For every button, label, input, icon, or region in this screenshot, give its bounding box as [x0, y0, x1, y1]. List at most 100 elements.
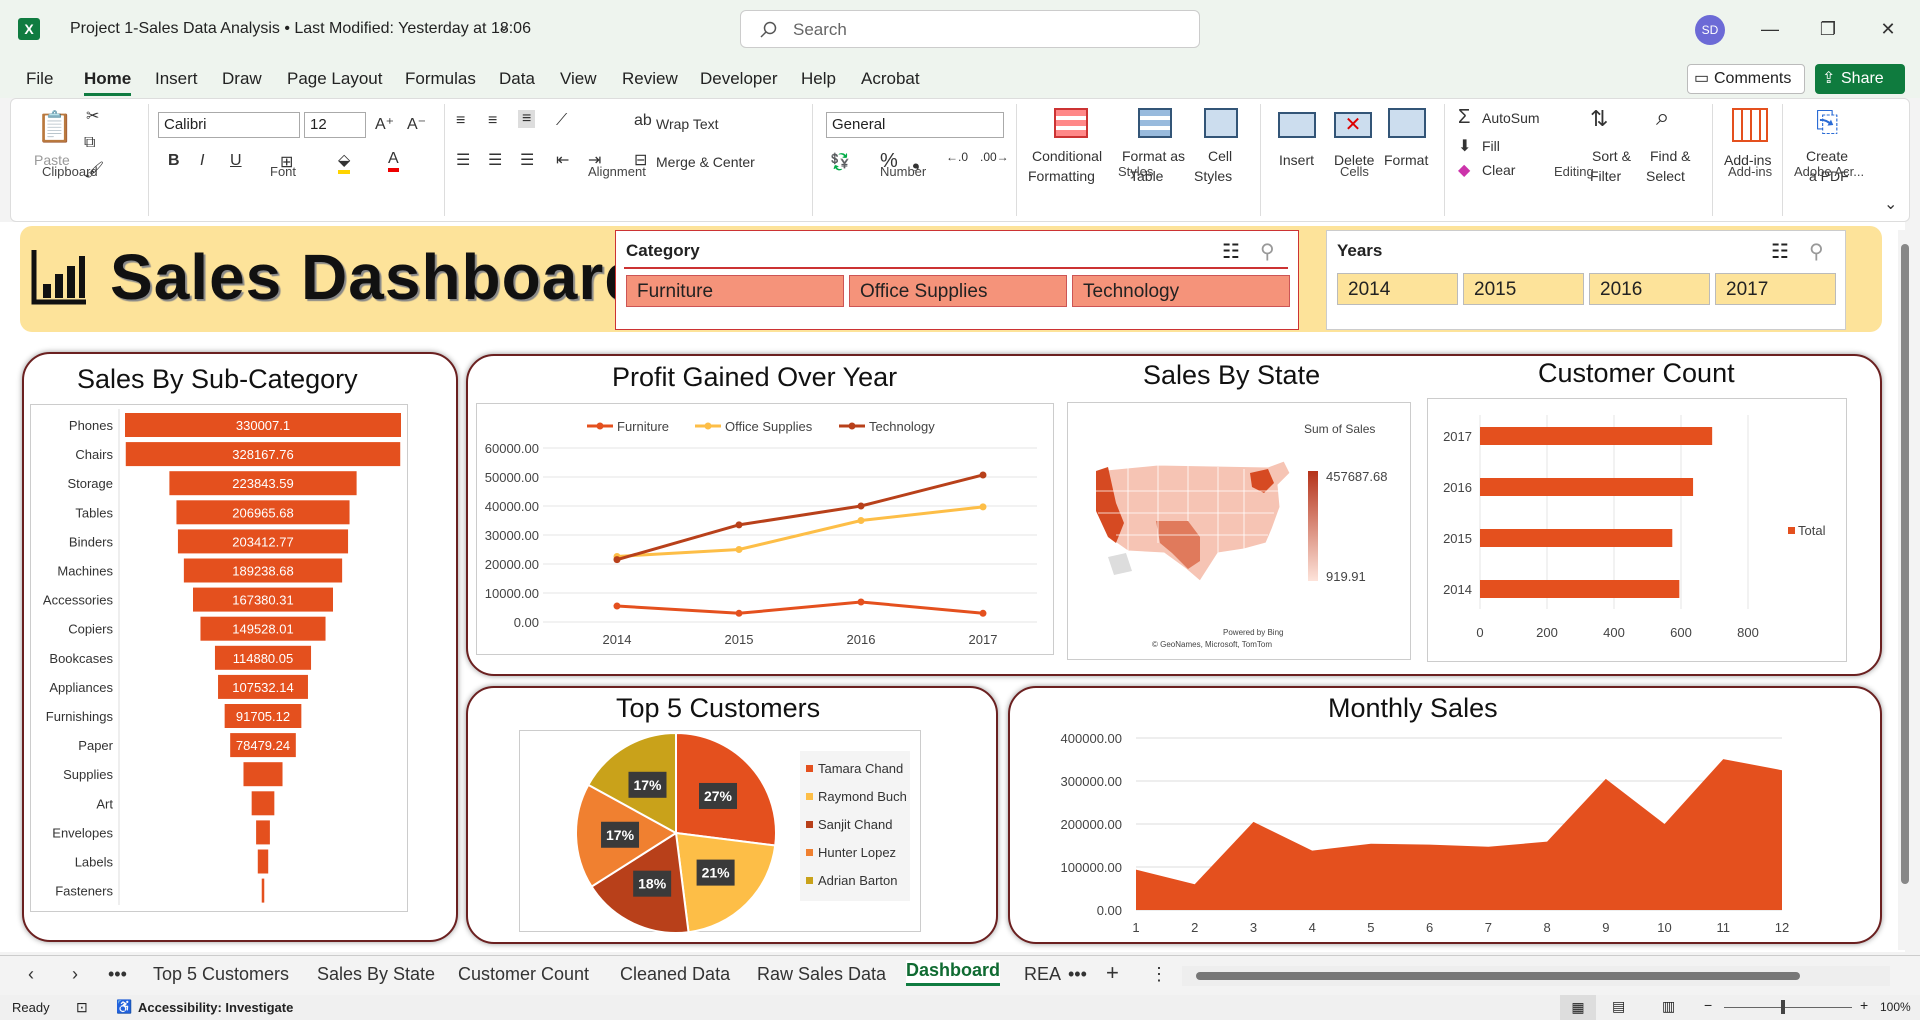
increase-font-icon[interactable]: A⁺	[375, 114, 394, 134]
search-input[interactable]: Search	[740, 10, 1200, 48]
normal-view-icon[interactable]: ▦	[1560, 995, 1596, 1020]
find-select-icon[interactable]: ⌕	[1656, 104, 1669, 132]
category-chip-office-supplies[interactable]: Office Supplies	[849, 275, 1067, 307]
conditional-formatting-label-1[interactable]: Conditional	[1032, 148, 1102, 164]
cell-styles-icon[interactable]	[1204, 108, 1238, 138]
font-size-select[interactable]: 12	[304, 112, 366, 138]
close-button[interactable]: ✕	[1868, 12, 1908, 46]
add-ins-icon[interactable]	[1732, 108, 1768, 142]
category-chip-furniture[interactable]: Furniture	[626, 275, 844, 307]
page-layout-view-icon[interactable]: ▤	[1612, 998, 1625, 1015]
clear-filter-icon[interactable]: ⚲	[1809, 239, 1824, 264]
vertical-scrollbar[interactable]	[1898, 230, 1912, 950]
wrap-text-button[interactable]: Wrap Text	[656, 116, 719, 132]
clear-button[interactable]: Clear	[1482, 162, 1515, 178]
tab-customer-count[interactable]: Customer Count	[458, 964, 589, 985]
restore-button[interactable]: ❐	[1808, 12, 1848, 46]
align-left-icon[interactable]: ☰	[456, 150, 470, 170]
avatar[interactable]: SD	[1695, 15, 1725, 45]
scroll-thumb[interactable]	[1196, 972, 1800, 980]
format-as-table-icon[interactable]	[1138, 108, 1172, 138]
merge-center-button[interactable]: Merge & Center	[656, 154, 755, 170]
zoom-slider[interactable]	[1724, 1007, 1852, 1008]
comments-button[interactable]: ▭ Comments	[1687, 64, 1805, 94]
page-break-view-icon[interactable]: ▥	[1662, 998, 1675, 1015]
paste-icon[interactable]: 📋	[36, 110, 73, 145]
sort-filter-label-1[interactable]: Sort &	[1592, 148, 1631, 164]
align-bottom-icon[interactable]: ≡	[518, 110, 536, 128]
menu-page-layout[interactable]: Page Layout	[287, 69, 382, 89]
menu-review[interactable]: Review	[622, 69, 678, 89]
more-tabs-icon[interactable]: •••	[108, 964, 127, 985]
zoom-slider-thumb[interactable]	[1781, 1000, 1785, 1014]
delete-cells-icon[interactable]: ✕	[1334, 112, 1372, 138]
fill-color-icon[interactable]: ⬙	[338, 150, 351, 174]
autosum-button[interactable]: AutoSum	[1482, 110, 1540, 126]
cut-icon[interactable]: ✂	[86, 106, 99, 126]
increase-decimal-icon[interactable]: ←.0	[946, 150, 968, 164]
menu-acrobat[interactable]: Acrobat	[861, 69, 920, 89]
decrease-font-icon[interactable]: A⁻	[407, 114, 426, 134]
accessibility-status[interactable]: Accessibility: Investigate	[138, 1000, 293, 1015]
category-chip-technology[interactable]: Technology	[1072, 275, 1290, 307]
menu-view[interactable]: View	[560, 69, 597, 89]
menu-draw[interactable]: Draw	[222, 69, 262, 89]
tab-rea[interactable]: REA	[1024, 964, 1061, 985]
menu-data[interactable]: Data	[499, 69, 535, 89]
tab-sales-by-state[interactable]: Sales By State	[317, 964, 435, 985]
collapse-ribbon-icon[interactable]: ⌄	[1884, 194, 1897, 214]
format-as-table-label-1[interactable]: Format as	[1122, 148, 1185, 164]
more-tabs-icon[interactable]: •••	[1068, 964, 1087, 985]
menu-insert[interactable]: Insert	[155, 69, 198, 89]
copy-icon[interactable]: ⧉	[84, 134, 95, 152]
font-name-select[interactable]: Calibri	[158, 112, 300, 138]
italic-icon[interactable]: I	[200, 152, 204, 170]
create-pdf-label-1[interactable]: Create	[1806, 148, 1848, 164]
year-chip-2014[interactable]: 2014	[1337, 273, 1458, 305]
decrease-decimal-icon[interactable]: .00→	[980, 150, 1009, 164]
align-center-icon[interactable]: ☰	[488, 150, 502, 170]
font-color-icon[interactable]: A	[388, 150, 399, 172]
conditional-formatting-icon[interactable]	[1054, 108, 1088, 138]
find-select-label-2[interactable]: Select	[1646, 168, 1685, 184]
menu-file[interactable]: File	[26, 69, 53, 89]
zoom-out-icon[interactable]: −	[1704, 997, 1712, 1013]
tab-scroll-left-icon[interactable]: ‹	[28, 964, 34, 985]
minimize-button[interactable]: —	[1750, 12, 1790, 46]
insert-cells-icon[interactable]	[1278, 112, 1316, 138]
align-top-icon[interactable]: ≡	[456, 112, 465, 130]
horizontal-scrollbar[interactable]	[1182, 966, 1890, 986]
share-button[interactable]: ⇪ Share	[1815, 64, 1905, 94]
find-select-label-1[interactable]: Find &	[1650, 148, 1690, 164]
year-chip-2017[interactable]: 2017	[1715, 273, 1836, 305]
sort-filter-icon[interactable]: ⇅	[1590, 106, 1608, 132]
cell-styles-label-2[interactable]: Styles	[1194, 168, 1232, 184]
menu-help[interactable]: Help	[801, 69, 836, 89]
underline-icon[interactable]: U	[230, 152, 242, 170]
number-format-select[interactable]: General	[826, 112, 1004, 138]
tab-top5-customers[interactable]: Top 5 Customers	[153, 964, 289, 985]
align-right-icon[interactable]: ☰	[520, 150, 534, 170]
bold-icon[interactable]: B	[168, 152, 180, 170]
orientation-icon[interactable]: ⟋	[556, 112, 567, 130]
zoom-in-icon[interactable]: +	[1860, 997, 1868, 1013]
add-sheet-icon[interactable]: +	[1106, 960, 1119, 986]
year-chip-2015[interactable]: 2015	[1463, 273, 1584, 305]
tab-dashboard[interactable]: Dashboard	[906, 960, 1001, 986]
chevron-down-icon[interactable]: ⌄	[498, 18, 510, 35]
scroll-thumb[interactable]	[1901, 244, 1909, 884]
fill-button[interactable]: Fill	[1482, 138, 1500, 154]
conditional-formatting-label-2[interactable]: Formatting	[1028, 168, 1095, 184]
menu-formulas[interactable]: Formulas	[405, 69, 476, 89]
macro-icon[interactable]: ⊡	[76, 999, 88, 1016]
align-middle-icon[interactable]: ≡	[488, 112, 497, 130]
menu-developer[interactable]: Developer	[700, 69, 778, 89]
multi-select-icon[interactable]: ☷	[1222, 239, 1240, 264]
currency-icon[interactable]: 💱	[830, 152, 850, 172]
cell-styles-label-1[interactable]: Cell	[1208, 148, 1232, 164]
sheet-options-icon[interactable]: ⋮	[1150, 964, 1168, 985]
create-pdf-icon[interactable]: ⎘	[1816, 106, 1838, 139]
multi-select-icon[interactable]: ☷	[1771, 239, 1789, 264]
year-chip-2016[interactable]: 2016	[1589, 273, 1710, 305]
tab-scroll-right-icon[interactable]: ›	[72, 964, 78, 985]
